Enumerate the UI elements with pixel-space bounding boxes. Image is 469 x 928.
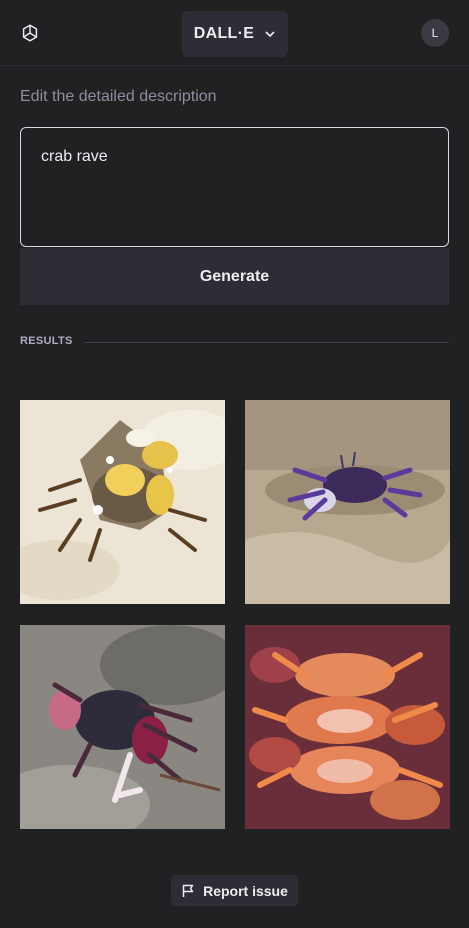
model-selector-button[interactable]: DALL·E: [182, 11, 288, 57]
generate-label: Generate: [199, 267, 270, 285]
results-divider: [84, 342, 449, 343]
openai-logo-icon[interactable]: [19, 22, 41, 44]
avatar-initial: L: [431, 26, 439, 40]
prompt-text: crab rave: [41, 148, 108, 165]
prompt-instruction: Edit the detailed description: [20, 88, 217, 105]
result-image-2[interactable]: [245, 400, 450, 604]
flag-icon: [182, 884, 194, 897]
chevron-down-icon: [265, 31, 275, 38]
results-heading: RESULTS: [20, 335, 73, 347]
top-bar: DALL·E L: [0, 0, 469, 66]
result-image-1[interactable]: [20, 400, 225, 604]
report-issue-label: Report issue: [203, 882, 288, 899]
result-image-4[interactable]: [245, 625, 450, 829]
user-avatar[interactable]: L: [421, 19, 449, 47]
result-image-3[interactable]: [20, 625, 225, 829]
prompt-input[interactable]: crab rave: [20, 127, 449, 247]
report-issue-button[interactable]: Report issue: [171, 875, 298, 906]
model-label: DALL·E: [193, 25, 255, 42]
generate-button[interactable]: Generate: [20, 248, 449, 305]
